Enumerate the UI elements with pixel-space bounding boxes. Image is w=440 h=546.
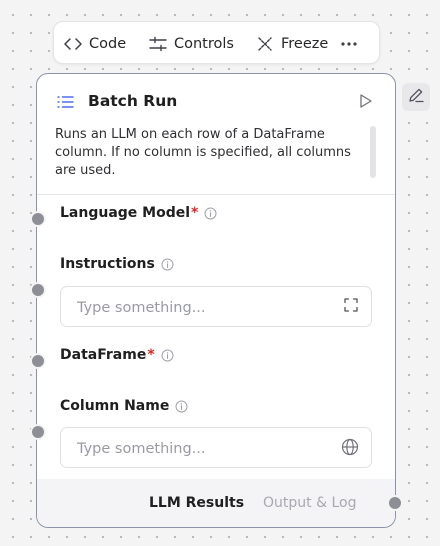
play-icon[interactable] xyxy=(359,93,373,113)
info-icon[interactable] xyxy=(161,349,174,362)
node-title: Batch Run xyxy=(88,92,178,110)
header-divider xyxy=(37,194,395,195)
instructions-label-text: Instructions xyxy=(60,256,155,272)
column-name-label-text: Column Name xyxy=(60,398,170,414)
node-description: Runs an LLM on each row of a DataFrame c… xyxy=(55,127,351,178)
dataframe-input-handle[interactable] xyxy=(30,353,46,369)
freeze-button[interactable]: Freeze xyxy=(256,22,328,65)
dataframe-label: DataFrame * xyxy=(60,347,174,363)
column-name-input-handle[interactable] xyxy=(30,424,46,440)
instructions-label: Instructions xyxy=(60,256,174,272)
code-icon xyxy=(64,37,82,51)
batch-run-node[interactable]: Batch Run Runs an LLM on each row of a D… xyxy=(36,73,396,528)
dataframe-label-text: DataFrame xyxy=(60,347,147,363)
instructions-input[interactable] xyxy=(75,287,339,328)
pencil-icon xyxy=(407,86,425,108)
required-asterisk: * xyxy=(147,347,155,363)
list-icon xyxy=(57,94,74,113)
info-icon[interactable] xyxy=(204,207,217,220)
column-name-field[interactable] xyxy=(60,427,372,469)
sliders-icon xyxy=(149,36,167,52)
node-toolbar: Code Controls Freeze xyxy=(53,21,380,64)
column-name-input[interactable] xyxy=(75,428,339,469)
description-scrollbar[interactable] xyxy=(370,126,376,178)
instructions-input-handle[interactable] xyxy=(30,282,46,298)
snowflake-icon xyxy=(256,35,274,53)
more-horizontal-icon xyxy=(341,41,357,46)
required-asterisk: * xyxy=(191,205,199,221)
more-options-button[interactable] xyxy=(341,22,357,65)
freeze-label: Freeze xyxy=(281,35,329,52)
node-header: Batch Run xyxy=(37,74,395,126)
llm-results-output-handle[interactable] xyxy=(387,495,403,511)
code-label: Code xyxy=(89,35,127,52)
info-icon[interactable] xyxy=(175,400,188,413)
instructions-field[interactable] xyxy=(60,286,372,328)
llm-results-tab[interactable]: LLM Results xyxy=(149,495,244,511)
expand-icon[interactable] xyxy=(343,297,359,317)
column-name-label: Column Name xyxy=(60,398,188,414)
controls-button[interactable]: Controls xyxy=(149,22,234,65)
language-model-label-text: Language Model xyxy=(60,205,191,221)
node-footer: LLM Results Output & Log xyxy=(37,479,395,527)
language-model-label: Language Model * xyxy=(60,205,217,221)
controls-label: Controls xyxy=(174,35,234,52)
language-model-input-handle[interactable] xyxy=(30,211,46,227)
edit-button[interactable] xyxy=(402,83,430,111)
code-button[interactable]: Code xyxy=(64,22,126,65)
info-icon[interactable] xyxy=(161,258,174,271)
globe-icon[interactable] xyxy=(341,438,359,460)
output-log-tab[interactable]: Output & Log xyxy=(263,495,356,511)
